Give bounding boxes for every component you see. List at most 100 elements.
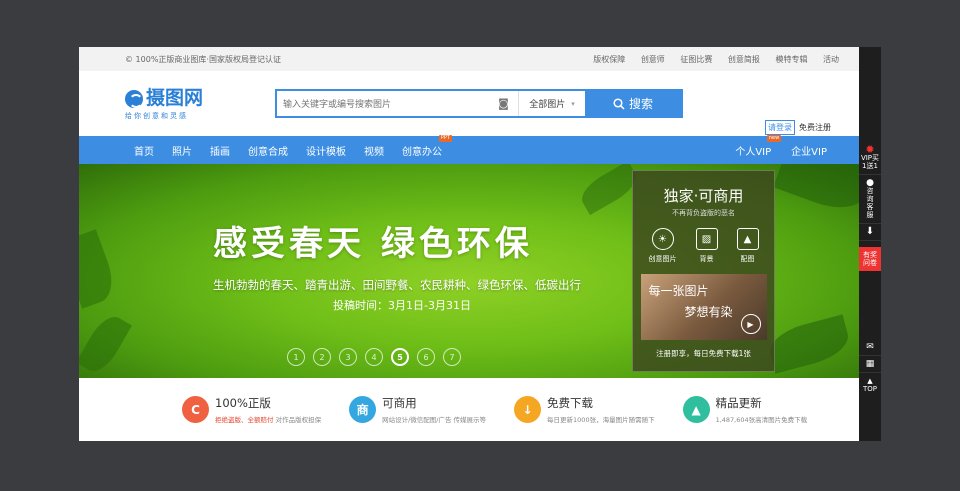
toplink-designer[interactable]: 创意师 [641, 55, 665, 64]
texture-icon: ▨ [695, 228, 718, 250]
nav-item-templates[interactable]: 设计模板 [306, 143, 346, 158]
toplink-brief[interactable]: 创意简报 [728, 55, 760, 64]
carousel-dot[interactable]: 1 [287, 348, 305, 366]
nav-item-personal-vip[interactable]: 个人VIP new [735, 134, 782, 158]
carousel-dots: 1 2 3 4 5 6 7 [287, 348, 469, 366]
logo-icon [125, 89, 143, 108]
nav-item-photos[interactable]: 照片 [172, 143, 192, 158]
carousel-dot-active[interactable]: 5 [391, 348, 409, 366]
exclusive-panel: 独家·可商用 不再背负盗版的恶名 ☀ 创意图片 ▨ 背景 ▲ 配图 每一张图片 梦想有… [632, 170, 775, 372]
rail-qrcode[interactable]: ▦ [859, 356, 881, 373]
logo-tagline: 给你创意和灵感 [125, 112, 188, 120]
browser-page: © 100%正版商业图库·国家版权局登记认证 版权保障 创意师 征图比赛 创意简… [79, 47, 859, 441]
arrow-up-icon: ▲ [867, 377, 873, 385]
promo-line-1: 每一张图片 [648, 284, 709, 298]
leaf-decoration [79, 310, 132, 378]
feature-illustration[interactable]: ▲ 配图 [736, 228, 759, 264]
feature-strip: C 100%正版拒绝盗版、全额赔付 对作品版权担保 商 可商用网站设计/微信配图… [79, 378, 859, 441]
feature-commercial: 商 可商用网站设计/微信配图/广告 传媒展示等 [349, 395, 486, 424]
top-bar: © 100%正版商业图库·国家版权局登记认证 版权保障 创意师 征图比赛 创意简… [79, 47, 859, 71]
rail-vip[interactable]: ✹ VIP买1送1 [859, 142, 881, 175]
rail-survey-label: 有奖问卷 [863, 251, 877, 267]
qrcode-icon: ▦ [865, 359, 875, 369]
feature-desc: 1,487,604张高清图片免费下载 [715, 416, 808, 424]
toplink-contest[interactable]: 征图比赛 [680, 55, 712, 64]
nav-item-enterprise-vip[interactable]: 企业VIP [791, 143, 827, 158]
banner-date: 投稿时间：3月1日-3月31日 [333, 299, 471, 312]
toplink-models[interactable]: 模特专辑 [775, 55, 807, 64]
personal-vip-label: 个人VIP [735, 146, 772, 158]
feature-desc-text: 对作品版权担保 [275, 416, 322, 424]
panel-subtitle: 不再背负盗版的恶名 [672, 209, 735, 217]
leaf-decoration [79, 229, 120, 309]
search-button-label: 搜索 [628, 97, 653, 111]
banner-subtitle: 生机勃勃的春天、踏青出游、田间野餐、农民耕种、绿色环保、低碳出行 [213, 278, 581, 292]
camera-icon[interactable]: ◙ [489, 91, 519, 116]
gift-icon: ✹ [865, 143, 875, 156]
category-value: 全部图片 [529, 100, 566, 110]
logo-name: 摄图网 [146, 87, 204, 109]
feature-title: 100%正版 [215, 396, 271, 410]
feature-label: 创意图片 [648, 255, 677, 263]
panel-features: ☀ 创意图片 ▨ 背景 ▲ 配图 [633, 228, 774, 264]
toplink-copyright[interactable]: 版权保障 [593, 55, 625, 64]
rail-top-label: TOP [862, 385, 877, 393]
vip-nav: 个人VIP new 企业VIP [715, 134, 827, 164]
rail-service[interactable]: ● 咨询客服 [859, 175, 881, 224]
banner-title: 感受春天 绿色环保 [213, 224, 533, 264]
lightbulb-icon: ☀ [651, 228, 674, 250]
rail-service-label: 咨询客服 [866, 187, 874, 219]
new-badge: new [766, 134, 782, 142]
nav-item-illustration[interactable]: 插画 [210, 143, 230, 158]
nav-item-office[interactable]: 创意办公 PPT [402, 134, 452, 158]
feature-background[interactable]: ▨ 背景 [695, 228, 718, 264]
carousel-dot[interactable]: 2 [313, 348, 331, 366]
login-button[interactable]: 请登录 [765, 120, 795, 135]
main-nav: 首页 照片 插画 创意合成 设计模板 视频 创意办公 PPT 个人VIP new 企… [79, 134, 859, 164]
carousel-dot[interactable]: 3 [339, 348, 357, 366]
mail-icon: ✉ [866, 342, 874, 352]
search-input[interactable] [277, 91, 489, 116]
nav-item-office-label: 创意办公 [402, 146, 442, 158]
nav-item-video[interactable]: 视频 [364, 143, 384, 158]
feature-title: 免费下载 [547, 396, 594, 410]
rail-download[interactable]: ⬇ [859, 224, 881, 241]
hero-banner[interactable]: 感受春天 绿色环保 生机勃勃的春天、踏青出游、田间野餐、农民耕种、绿色环保、低碳… [79, 164, 859, 378]
rail-spacer [859, 47, 881, 142]
rail-mail[interactable]: ✉ [859, 339, 881, 356]
feature-updates: ▲ 精品更新 1,487,604张高清图片免费下载 [682, 395, 808, 424]
rail-survey[interactable]: 有奖问卷 [859, 247, 881, 271]
search-button[interactable]: 搜索 [585, 91, 681, 116]
feature-title: 精品更新 [715, 396, 762, 410]
nav-item-composite[interactable]: 创意合成 [248, 143, 288, 158]
mountain-icon: ▲ [682, 396, 710, 423]
search-icon [613, 97, 625, 110]
chevron-down-icon: ▾ [571, 99, 575, 108]
feature-label: 配图 [740, 255, 755, 263]
nav-item-home[interactable]: 首页 [134, 143, 154, 158]
rail-spacer [859, 271, 881, 339]
category-select[interactable]: 全部图片 ▾ [519, 91, 585, 116]
feature-desc: 拒绝盗版、全额赔付 对作品版权担保 [215, 414, 321, 424]
search-box: ◙ 全部图片 ▾ 搜索 [275, 89, 683, 118]
feature-creative[interactable]: ☀ 创意图片 [649, 228, 677, 264]
header: 摄图网 给你创意和灵感 ◙ 全部图片 ▾ 搜索 请登录 免费注册 [79, 71, 859, 136]
panel-title: 独家·可商用 [663, 187, 744, 205]
carousel-dot[interactable]: 4 [365, 348, 383, 366]
site-logo[interactable]: 摄图网 [125, 89, 203, 108]
commercial-icon: 商 [349, 396, 377, 423]
panel-footer: 注册即享，每日免费下载1张 [656, 349, 751, 358]
feature-title: 可商用 [382, 396, 417, 410]
copyright-icon: C [182, 396, 209, 423]
feature-label: 背景 [699, 255, 714, 263]
carousel-dot[interactable]: 6 [417, 348, 435, 366]
promo-image[interactable]: 每一张图片 梦想有染 ▶ [640, 274, 767, 340]
carousel-dot[interactable]: 7 [443, 348, 461, 366]
rail-top[interactable]: ▲ TOP [859, 373, 881, 397]
feature-desc: 网站设计/微信配图/广告 传媒展示等 [382, 416, 487, 424]
register-link[interactable]: 免费注册 [799, 122, 831, 133]
toplink-events[interactable]: 活动 [823, 55, 839, 64]
rail-vip-label: VIP买1送1 [860, 154, 880, 170]
leaf-decoration [765, 314, 853, 374]
play-icon[interactable]: ▶ [740, 314, 761, 334]
